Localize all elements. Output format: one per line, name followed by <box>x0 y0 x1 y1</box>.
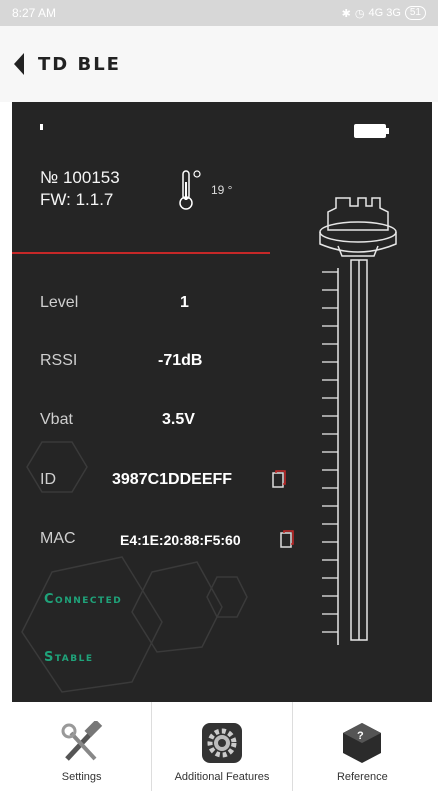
firmware-version: FW: 1.1.7 <box>40 190 114 209</box>
level-value: 1 <box>180 294 189 311</box>
gear-icon <box>201 723 242 763</box>
bottom-tab-bar: Settings Additional Features ? Reference <box>12 702 432 791</box>
tab-reference[interactable]: ? Reference <box>291 702 432 791</box>
vbat-label: Vbat <box>40 411 73 428</box>
temperature-value: 19 ° <box>211 183 233 197</box>
tab-settings-label: Settings <box>61 771 102 783</box>
stability-status: Stable <box>44 650 94 665</box>
battery-icon <box>354 124 386 138</box>
sensor-probe-icon <box>319 197 397 645</box>
device-panel: № 100153 FW: 1.1.7 19 ° Level 1 RSSI -71… <box>12 102 432 702</box>
back-arrow-icon[interactable] <box>14 53 24 75</box>
tab-settings[interactable]: Settings <box>12 702 151 791</box>
tab-reference-label: Reference <box>336 771 388 783</box>
page-title: TD BLE <box>38 53 121 75</box>
svg-text:?: ? <box>357 730 364 742</box>
indicator-dot <box>40 124 43 130</box>
rssi-label: RSSI <box>40 352 78 369</box>
copy-mac-icon[interactable] <box>279 529 295 549</box>
tab-additional-features[interactable]: Additional Features <box>151 702 291 791</box>
level-label: Level <box>40 294 79 311</box>
vbat-value: 3.5V <box>162 411 195 428</box>
rssi-value: -71dB <box>158 352 203 369</box>
status-time: 8:27 AM <box>12 6 57 20</box>
copy-id-icon[interactable] <box>271 469 287 489</box>
connection-status: Connected <box>44 592 123 607</box>
mac-value: E4:1E:20:88:F5:60 <box>120 532 241 548</box>
network-label: 4G 3G <box>368 7 401 19</box>
device-number: № 100153 <box>40 168 120 187</box>
alarm-icon: ◷ <box>354 7 365 20</box>
tools-icon <box>61 721 102 761</box>
mac-label: MAC <box>40 530 76 547</box>
id-label: ID <box>40 471 56 488</box>
level-scale <box>322 271 338 633</box>
question-box-icon: ? <box>343 723 382 763</box>
id-value: 3987C1DDEEFF <box>112 471 233 488</box>
app-bar: TD BLE <box>0 26 438 102</box>
tab-additional-features-label: Additional Features <box>174 771 270 783</box>
red-divider <box>12 252 270 254</box>
status-bar: 8:27 AM ✱ ◷ 4G 3G 51 <box>0 0 438 26</box>
thermometer-icon <box>179 170 201 210</box>
bluetooth-icon: ✱ <box>341 7 351 20</box>
battery-level: 51 <box>404 6 426 20</box>
